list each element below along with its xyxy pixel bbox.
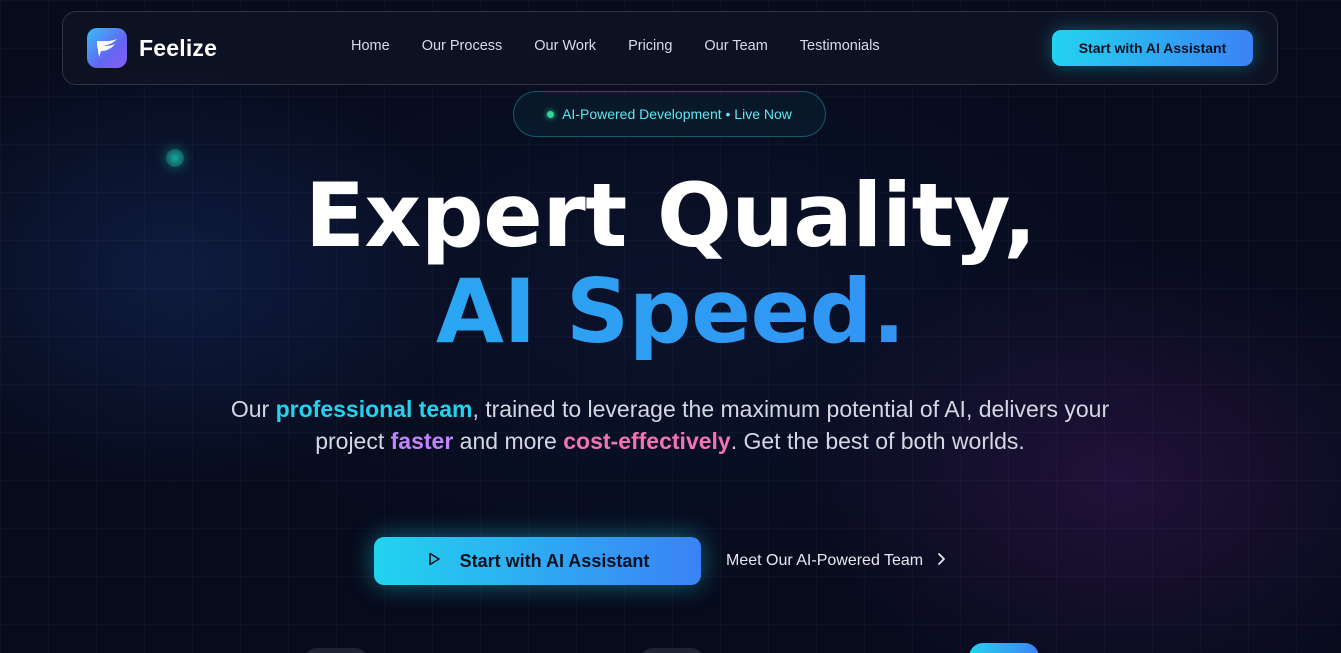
nav-link-home[interactable]: Home bbox=[351, 38, 390, 54]
headline-line-2: AI Speed. bbox=[0, 264, 1341, 360]
nav-start-ai-assistant-button[interactable]: Start with AI Assistant bbox=[1052, 30, 1253, 66]
below-fold-card bbox=[303, 648, 369, 653]
below-fold-card-highlighted bbox=[969, 643, 1039, 653]
sub-text-1: Our bbox=[230, 396, 276, 422]
nav-link-our-process[interactable]: Our Process bbox=[422, 38, 503, 54]
brand-name: Feelize bbox=[139, 34, 218, 61]
nav-link-our-team[interactable]: Our Team bbox=[704, 38, 767, 54]
chevron-right-icon bbox=[935, 552, 947, 571]
sub-text-3: and more bbox=[453, 428, 564, 454]
brand-logo-link[interactable]: Feelize bbox=[87, 28, 217, 68]
badge-text: AI-Powered Development • Live Now bbox=[562, 106, 792, 122]
hero-start-ai-assistant-button[interactable]: Start with AI Assistant bbox=[374, 537, 701, 585]
headline-line-1: Expert Quality, bbox=[304, 164, 1037, 267]
sub-text-4: . Get the best of both worlds. bbox=[730, 428, 1025, 454]
top-navbar: Feelize Home Our Process Our Work Pricin… bbox=[62, 11, 1278, 85]
play-icon bbox=[426, 551, 442, 572]
live-dot-icon bbox=[547, 110, 555, 118]
nav-link-our-work[interactable]: Our Work bbox=[534, 38, 596, 54]
sub-highlight-professional-team: professional team bbox=[275, 396, 473, 422]
glow-orb-decoration bbox=[166, 149, 184, 167]
bird-icon bbox=[87, 28, 127, 68]
sub-highlight-faster: faster bbox=[390, 428, 454, 454]
below-fold-card bbox=[639, 648, 705, 653]
status-badge: AI-Powered Development • Live Now bbox=[513, 91, 826, 137]
sub-highlight-cost-effectively: cost-effectively bbox=[563, 428, 731, 454]
nav-link-testimonials[interactable]: Testimonials bbox=[800, 38, 880, 54]
hero-subheadline: Our professional team, trained to levera… bbox=[220, 393, 1120, 457]
hero-headline: Expert Quality, AI Speed. bbox=[0, 168, 1341, 360]
main-nav: Home Our Process Our Work Pricing Our Te… bbox=[351, 38, 912, 54]
primary-cta-label: Start with AI Assistant bbox=[459, 550, 650, 571]
meet-team-link[interactable]: Meet Our AI-Powered Team bbox=[726, 548, 947, 574]
nav-link-pricing[interactable]: Pricing bbox=[628, 38, 672, 54]
secondary-cta-label: Meet Our AI-Powered Team bbox=[726, 552, 924, 569]
